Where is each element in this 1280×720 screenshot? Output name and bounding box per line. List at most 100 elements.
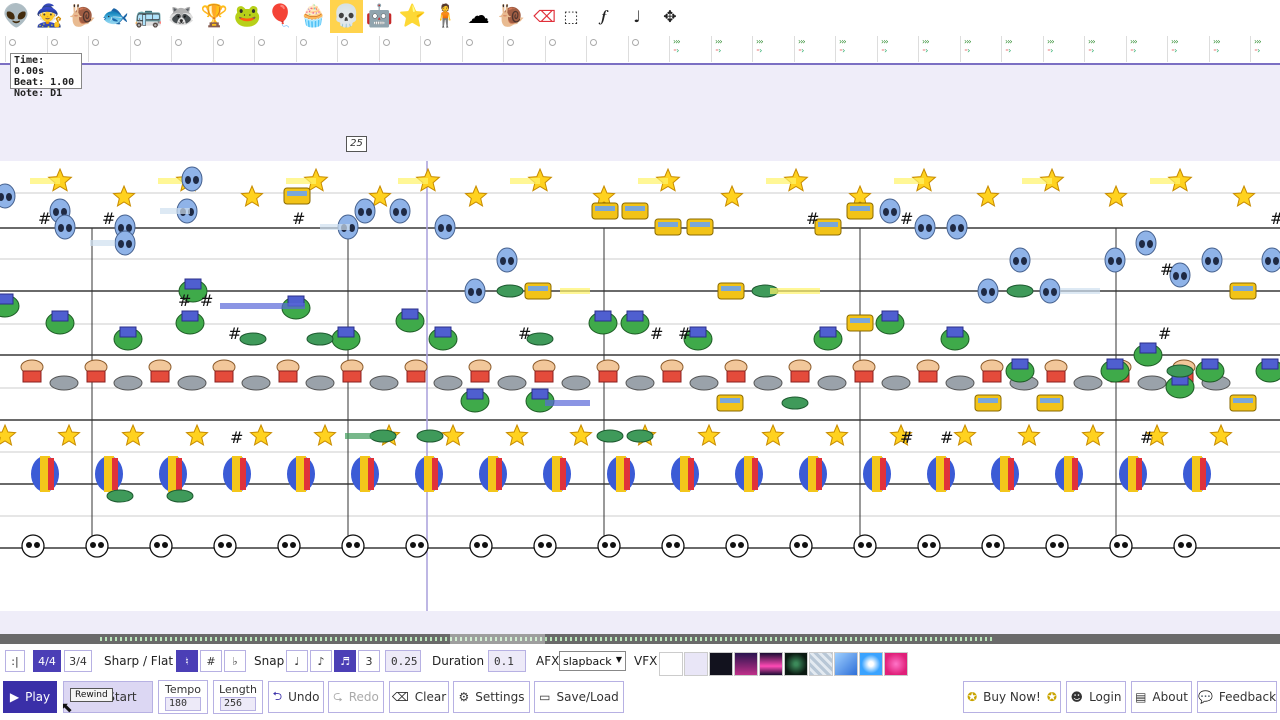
star-note [240, 184, 264, 207]
overview-empty-measure[interactable] [134, 39, 141, 46]
staff[interactable]: # # # # # # # # # # # # # # # # # # [0, 161, 1280, 611]
overview-empty-measure[interactable] [300, 39, 307, 46]
overview-measure-thumbnail[interactable]: ››› ··› [1005, 37, 1041, 61]
vfx-sparkle-swatch[interactable] [859, 652, 883, 676]
afx-select[interactable]: slapback ▼ [559, 651, 626, 671]
repeat-marker-button[interactable]: :| [5, 650, 25, 672]
length-control[interactable]: Length 256 [213, 680, 263, 714]
overview-measure-thumbnail[interactable]: ››› ··› [1171, 37, 1207, 61]
vfx-retro-swatch[interactable] [759, 652, 783, 676]
forte-icon[interactable]: 𝆑 [588, 0, 620, 32]
tempo-control[interactable]: Tempo 180 [158, 680, 208, 714]
snap-quarter-button[interactable]: ♩ [286, 650, 308, 672]
school-bus-icon[interactable]: 🚌 [132, 0, 165, 33]
overview-measure-thumbnail[interactable]: ››› ··› [798, 37, 834, 61]
overview-empty-measure[interactable] [590, 39, 597, 46]
overview-empty-measure[interactable] [507, 39, 514, 46]
overview-measure-thumbnail[interactable]: ››› ··› [922, 37, 958, 61]
snail-icon[interactable]: 🐌 [66, 0, 99, 33]
login-button[interactable]: ☻ Login [1066, 681, 1126, 713]
robot-icon[interactable]: 🤖 [363, 0, 396, 33]
measure-overview[interactable]: ››› ··› ››› ··› ››› ··› ››› ··› ››› ··› ››› ··› ››› ·… [0, 33, 1280, 65]
doll-icon[interactable]: 🧍 [429, 0, 462, 33]
skull-eye [738, 542, 744, 548]
overview-measure-thumbnail[interactable]: ››› ··› [1213, 37, 1249, 61]
tempo-field[interactable]: 180 [165, 697, 201, 711]
overview-measure-thumbnail[interactable]: ››› ··› [1047, 37, 1083, 61]
overview-empty-measure[interactable] [549, 39, 556, 46]
feedback-button[interactable]: 💬 Feedback [1197, 681, 1277, 713]
vfx-pink-swatch[interactable] [884, 652, 908, 676]
overview-empty-measure[interactable] [466, 39, 473, 46]
vfx-synthwave-swatch[interactable] [734, 652, 758, 676]
overview-empty-measure[interactable] [341, 39, 348, 46]
snap-triplet-button[interactable]: 3 [358, 650, 380, 672]
snap-value-field[interactable]: 0.25 [385, 650, 421, 672]
vfx-none-swatch[interactable] [659, 652, 683, 676]
undo-button[interactable]: ⮌ Undo [268, 681, 324, 713]
fish-icon[interactable]: 🐟 [99, 0, 132, 33]
overview-measure-thumbnail[interactable]: ››› ··› [1254, 37, 1280, 61]
natural-button[interactable]: ♮ [176, 650, 198, 672]
overview-measure-thumbnail[interactable]: ››› ··› [1130, 37, 1166, 61]
overview-empty-measure[interactable] [175, 39, 182, 46]
play-button[interactable]: ▶ Play [3, 681, 57, 713]
score-area[interactable]: 25 # # # # # # # # # # # # # # # # # # [0, 65, 1280, 635]
alien-icon[interactable]: 👽 [0, 0, 33, 33]
settings-button[interactable]: ⚙ Settings [453, 681, 530, 713]
vfx-light-swatch[interactable] [684, 652, 708, 676]
timeline-scrollbar[interactable] [0, 634, 1280, 644]
overview-measure-thumbnail[interactable]: ››› ··› [881, 37, 917, 61]
overview-measure-divider [545, 36, 546, 62]
select-box-icon[interactable]: ⬚ [555, 0, 587, 32]
sharp-button[interactable]: # [200, 650, 222, 672]
snap-eighth-button[interactable]: ♪ [310, 650, 332, 672]
flat-button[interactable]: ♭ [224, 650, 246, 672]
overview-empty-measure[interactable] [258, 39, 265, 46]
overview-measure-thumbnail[interactable]: ››› ··› [673, 37, 709, 61]
overview-measure-thumbnail[interactable]: ››› ··› [964, 37, 1000, 61]
overview-empty-measure[interactable] [424, 39, 431, 46]
raccoon-icon[interactable]: 🦝 [165, 0, 198, 33]
time-sig-4-4-button[interactable]: 4/4 [33, 650, 61, 672]
overview-measure-thumbnail[interactable]: ››› ··› [839, 37, 875, 61]
note-icon[interactable]: ♩ [621, 0, 653, 32]
skull-icon[interactable]: 💀 [330, 0, 363, 33]
star-icon: ✪ [967, 690, 978, 704]
vfx-dark-swatch[interactable] [709, 652, 733, 676]
overview-empty-measure[interactable] [217, 39, 224, 46]
about-button[interactable]: ▤ About [1131, 681, 1192, 713]
vfx-water-swatch[interactable] [834, 652, 858, 676]
vfx-frost-swatch[interactable] [809, 652, 833, 676]
overview-empty-measure[interactable] [9, 39, 16, 46]
balloon-icon[interactable]: 🎈 [264, 0, 297, 33]
cloud-icon[interactable]: ☁ [462, 0, 495, 33]
overview-empty-measure[interactable] [92, 39, 99, 46]
bus-window [721, 286, 741, 291]
duration-field[interactable]: 0.1 [488, 650, 526, 672]
trophy-icon[interactable]: 🏆 [198, 0, 231, 33]
star-icon[interactable]: ⭐ [396, 0, 429, 33]
snail-orange-icon[interactable]: 🐌 [495, 0, 528, 33]
muffin-icon[interactable]: 🧁 [297, 0, 330, 33]
gnome-icon[interactable]: 🧙 [33, 0, 66, 33]
overview-empty-measure[interactable] [383, 39, 390, 46]
frog-icon[interactable]: 🐸 [231, 0, 264, 33]
star-note [0, 423, 17, 446]
time-sig-3-4-button[interactable]: 3/4 [64, 650, 92, 672]
timeline-view-window[interactable] [450, 634, 545, 644]
redo-button[interactable]: ⮎ Redo [328, 681, 384, 713]
overview-measure-thumbnail[interactable]: ››› ··› [715, 37, 751, 61]
overview-measure-thumbnail[interactable]: ››› ··› [1088, 37, 1124, 61]
save-load-button[interactable]: ▭ Save/Load [534, 681, 624, 713]
length-field[interactable]: 256 [220, 697, 256, 711]
move-icon[interactable]: ✥ [654, 0, 686, 32]
overview-empty-measure[interactable] [632, 39, 639, 46]
buy-now-button[interactable]: ✪ Buy Now! ✪ [963, 681, 1061, 713]
overview-empty-measure[interactable] [51, 39, 58, 46]
overview-measure-thumbnail[interactable]: ››› ··› [756, 37, 792, 61]
snap-sixteenth-button[interactable]: ♬ [334, 650, 356, 672]
vfx-space-swatch[interactable] [784, 652, 808, 676]
clear-button[interactable]: ⌫ Clear [389, 681, 449, 713]
staff-canvas[interactable]: # # # # # # # # # # # # # # # # # # [0, 161, 1280, 611]
